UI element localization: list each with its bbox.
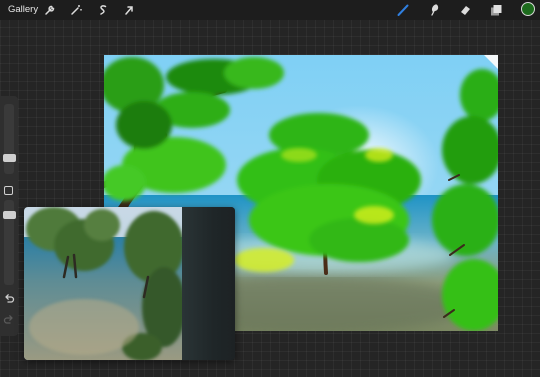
reference-photo xyxy=(24,207,182,360)
selection-icon[interactable] xyxy=(96,3,110,17)
modify-button[interactable] xyxy=(4,186,13,195)
layers-icon[interactable] xyxy=(489,3,503,17)
brush-icon[interactable] xyxy=(396,3,410,17)
color-picker-swatch[interactable] xyxy=(521,2,535,16)
wrench-icon[interactable] xyxy=(43,3,57,17)
opacity-thumb[interactable] xyxy=(3,211,16,220)
redo-icon[interactable] xyxy=(3,313,15,325)
reference-window[interactable] xyxy=(24,207,235,360)
brush-size-thumb[interactable] xyxy=(3,153,16,162)
magic-wand-icon[interactable] xyxy=(69,3,83,17)
brush-size-slider[interactable] xyxy=(4,104,14,174)
eraser-icon[interactable] xyxy=(458,3,472,17)
smudge-icon[interactable] xyxy=(427,3,441,17)
undo-icon[interactable] xyxy=(3,292,15,304)
top-toolbar: Gallery xyxy=(0,0,540,20)
reference-window-panel xyxy=(182,207,235,360)
gallery-button[interactable]: Gallery xyxy=(8,3,38,17)
transform-arrow-icon[interactable] xyxy=(122,3,136,17)
